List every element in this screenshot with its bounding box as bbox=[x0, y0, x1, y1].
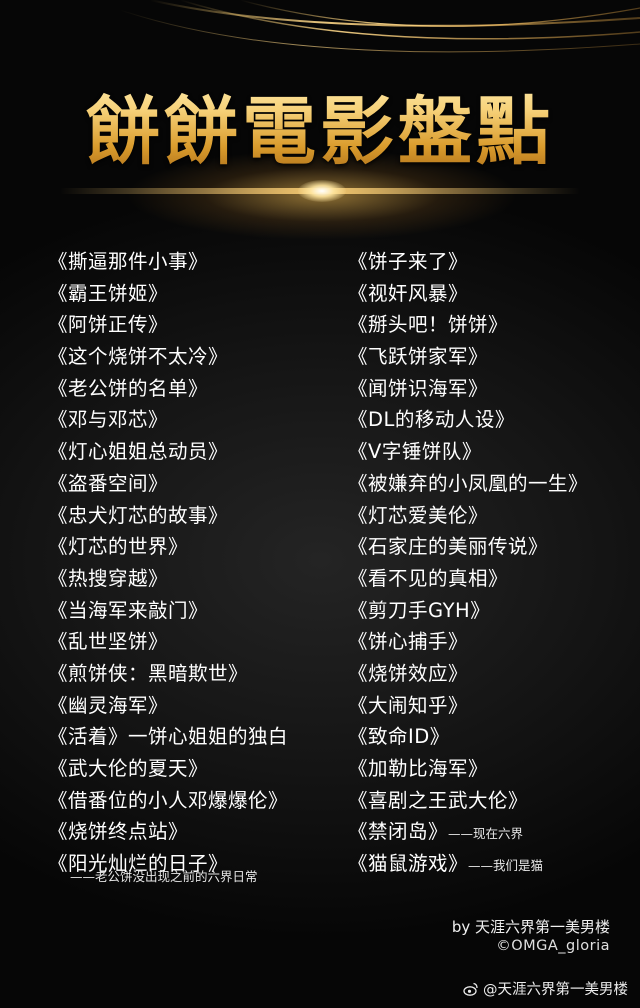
movie-title: 《借番位的小人邓爆爆伦》 bbox=[48, 788, 289, 812]
movie-title: 《V字锤饼队》 bbox=[348, 440, 482, 464]
author-credit: by 天涯六界第一美男楼 bbox=[451, 918, 610, 936]
movie-title: 《掰头吧！饼饼》 bbox=[348, 313, 509, 337]
movie-title: 《灯心姐姐总动员》 bbox=[48, 440, 229, 464]
movie-title: 《加勒比海军》 bbox=[348, 757, 489, 780]
movie-title-item: 《大闹知乎》 bbox=[348, 690, 588, 722]
left-list-subtitle: ——老公饼没出现之前的六界日常 bbox=[70, 869, 258, 884]
movie-title-item: 《闻饼识海军》 bbox=[348, 373, 588, 405]
movie-title-item: 《被嫌弃的小凤凰的一生》 bbox=[348, 468, 588, 500]
movie-note: ——现在六界 bbox=[448, 826, 524, 842]
movie-title-item: 《煎饼侠：黑暗欺世》 bbox=[48, 658, 288, 690]
movie-title: 《幽灵海军》 bbox=[48, 693, 169, 717]
light-flare-core bbox=[298, 180, 346, 202]
movie-title: 《剪刀手GYH》 bbox=[348, 598, 491, 622]
movie-title: 《喜剧之王武大伦》 bbox=[348, 788, 529, 812]
movie-title-item: 《看不见的真相》 bbox=[348, 563, 588, 595]
movie-title-item: 《幽灵海军》 bbox=[48, 690, 288, 722]
movie-title: 《乱世坚饼》 bbox=[48, 630, 169, 654]
movie-title-item: 《当海军来敲门》 bbox=[48, 595, 288, 627]
movie-title-item: 《禁闭岛》——现在六界 bbox=[348, 816, 588, 848]
movie-title-item: 《乱世坚饼》 bbox=[48, 626, 288, 658]
movie-title: 《当海军来敲门》 bbox=[48, 598, 209, 622]
movie-title-item: 《V字锤饼队》 bbox=[348, 436, 588, 468]
movie-title: 《被嫌弃的小凤凰的一生》 bbox=[348, 471, 589, 495]
movie-title: 《热搜穿越》 bbox=[48, 566, 169, 590]
copyright-handle: ©OMGA_gloria bbox=[496, 938, 610, 954]
left-movie-list: 《撕逼那件小事》 《霸王饼姬》 《阿饼正传》《这个烧饼不太冷》 《老公饼的名单》 《邓与… bbox=[48, 246, 288, 880]
movie-title: 《致命ID》 bbox=[348, 725, 450, 749]
movie-title-item: 《加勒比海军》 bbox=[348, 753, 588, 785]
movie-title-item: 《借番位的小人邓爆爆伦》 bbox=[48, 785, 288, 817]
movie-title-item: 《忠犬灯芯的故事》 bbox=[48, 500, 288, 532]
movie-title-item: 《撕逼那件小事》 bbox=[48, 246, 288, 278]
movie-title: 《灯芯的世界》 bbox=[48, 535, 189, 559]
movie-title: 《活着》一饼心姐姐的独白 bbox=[48, 725, 289, 749]
movie-title: 《撕逼那件小事》 bbox=[48, 250, 209, 273]
movie-title: 《煎饼侠：黑暗欺世》 bbox=[48, 661, 249, 685]
movie-title-item: 《邓与邓芯》 bbox=[48, 404, 288, 436]
movie-title-item: 《猫鼠游戏》——我们是猫 bbox=[348, 848, 588, 880]
golden-light-streaks bbox=[119, 0, 640, 53]
movie-title-item: 《灯芯的世界》 bbox=[48, 531, 288, 563]
movie-title: 《飞跃饼家军》 bbox=[348, 345, 489, 369]
movie-title-item: 《灯心姐姐总动员》 bbox=[48, 436, 288, 468]
movie-title-item: 《霸王饼姬》 bbox=[48, 278, 288, 310]
movie-title-item: 《老公饼的名单》 bbox=[48, 373, 288, 405]
movie-title: 《霸王饼姬》 bbox=[48, 281, 169, 305]
movie-title: 《阿饼正传》 bbox=[48, 313, 169, 337]
movie-title-item: 《飞跃饼家军》 bbox=[348, 341, 588, 373]
poster-title: 餅餅電影盤點 bbox=[0, 72, 640, 179]
movie-title-item: 《烧饼效应》 bbox=[348, 658, 588, 690]
movie-title-item: 《石家庄的美丽传说》 bbox=[348, 531, 588, 563]
movie-title-item: 《阿饼正传》 bbox=[48, 309, 288, 341]
movie-title: 《饼心捕手》 bbox=[348, 630, 469, 654]
movie-title: 《大闹知乎》 bbox=[348, 693, 469, 717]
movie-title: 《石家庄的美丽传说》 bbox=[348, 535, 549, 559]
movie-title-item: 《饼子来了》 bbox=[348, 246, 588, 278]
movie-title: 《灯芯爱美伦》 bbox=[348, 503, 489, 527]
right-movie-list: 《饼子来了》 《视奸风暴》《掰头吧！饼饼》 《飞跃饼家军》 《闻饼识海军》《DL的移动… bbox=[348, 246, 588, 880]
movie-title: 《忠犬灯芯的故事》 bbox=[48, 503, 229, 527]
movie-title-item: 《盗番空间》 bbox=[48, 468, 288, 500]
movie-title-item: 《DL的移动人设》 bbox=[348, 404, 588, 436]
movie-title: 《猫鼠游戏》 bbox=[348, 852, 469, 876]
movie-title: 《禁闭岛》 bbox=[348, 820, 449, 844]
movie-title-item: 《视奸风暴》 bbox=[348, 278, 588, 310]
movie-title-item: 《武大伦的夏天》 bbox=[48, 753, 288, 785]
movie-title-item: 《这个烧饼不太冷》 bbox=[48, 341, 288, 373]
poster: 餅餅電影盤點 《撕逼那件小事》 《霸王饼姬》 《阿饼正传》《这个烧饼不太冷》 《老公饼… bbox=[0, 0, 640, 1008]
movie-title: 《武大伦的夏天》 bbox=[48, 757, 209, 780]
movie-title-item: 《活着》一饼心姐姐的独白 bbox=[48, 721, 288, 753]
movie-title: 《看不见的真相》 bbox=[348, 566, 509, 590]
movie-title: 《烧饼终点站》 bbox=[48, 820, 189, 844]
movie-title-item: 《饼心捕手》 bbox=[348, 626, 588, 658]
movie-title: 《闻饼识海军》 bbox=[348, 376, 489, 400]
weibo-watermark: @天涯六界第一美男楼 bbox=[463, 978, 628, 999]
movie-title-item: 《灯芯爱美伦》 bbox=[348, 500, 588, 532]
movie-title-item: 《热搜穿越》 bbox=[48, 563, 288, 595]
weibo-icon bbox=[463, 982, 478, 996]
movie-title-item: 《剪刀手GYH》 bbox=[348, 595, 588, 627]
movie-note: ——我们是猫 bbox=[468, 858, 544, 874]
movie-title: 《这个烧饼不太冷》 bbox=[48, 345, 229, 369]
movie-title: 《DL的移动人设》 bbox=[348, 408, 515, 432]
movie-title-item: 《烧饼终点站》 bbox=[48, 816, 288, 848]
movie-title: 《邓与邓芯》 bbox=[48, 408, 169, 432]
movie-title: 《视奸风暴》 bbox=[348, 281, 469, 305]
movie-title: 《盗番空间》 bbox=[48, 471, 169, 495]
movie-title: 《烧饼效应》 bbox=[348, 661, 469, 685]
watermark-text: @天涯六界第一美男楼 bbox=[483, 982, 628, 998]
movie-title: 《老公饼的名单》 bbox=[48, 376, 209, 400]
movie-title-item: 《喜剧之王武大伦》 bbox=[348, 785, 588, 817]
movie-title-item: 《掰头吧！饼饼》 bbox=[348, 309, 588, 341]
movie-title: 《饼子来了》 bbox=[348, 250, 469, 273]
movie-title-item: 《致命ID》 bbox=[348, 721, 588, 753]
